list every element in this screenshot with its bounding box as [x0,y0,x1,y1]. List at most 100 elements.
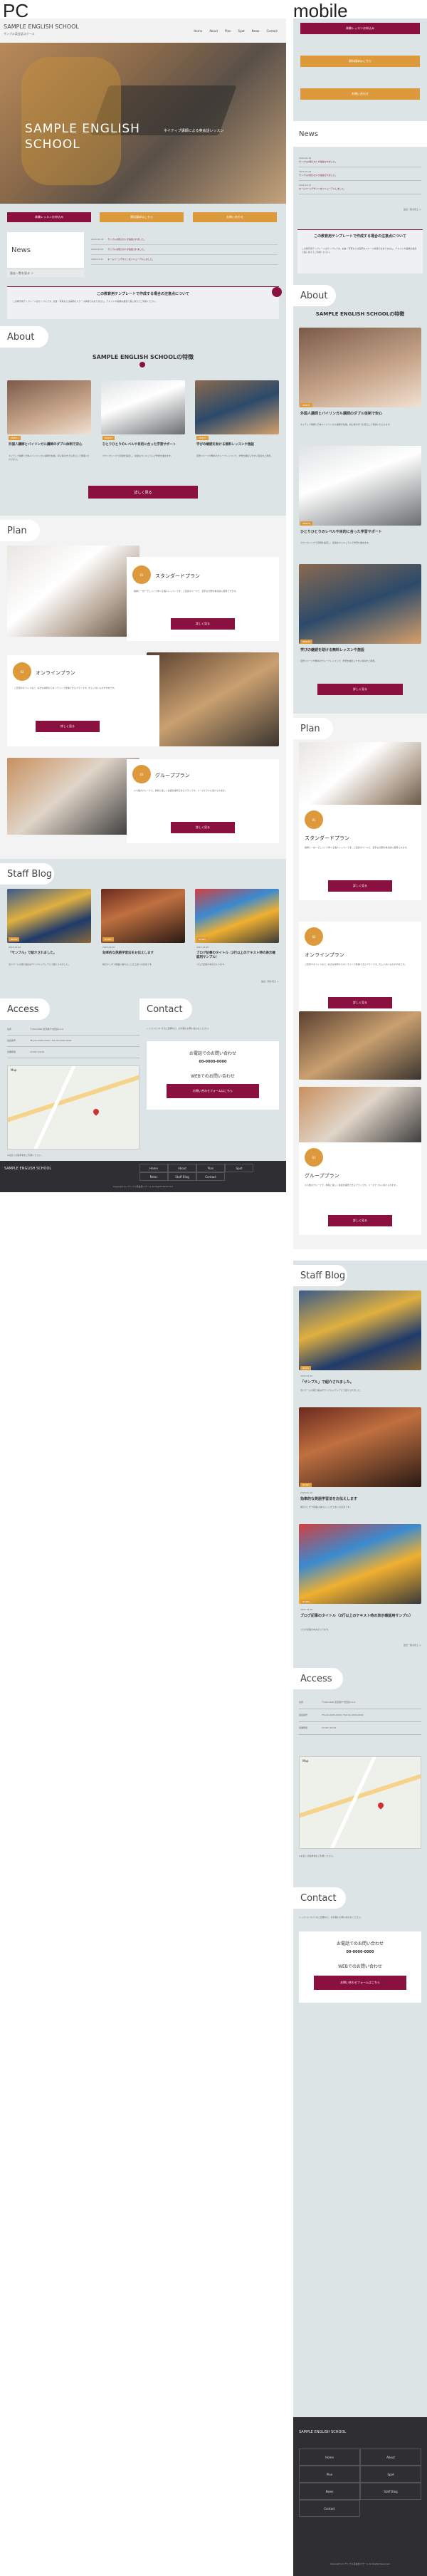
pc-hero-tagline: ネイティブ講師による英会話レッスン [164,129,224,133]
blog-badge: NEWS [9,937,20,942]
blog-item-text: ブログ記事の本文が入ります。 [196,963,226,966]
m-cta-document[interactable]: 資料請求はこちら [300,56,420,67]
about-badge: POINT2 [102,436,115,440]
about-item-title: ひとりひとりのレベルや目的に合った学習サポート [102,443,176,447]
footer-link[interactable]: Spot [225,1164,253,1172]
m-cta-trial[interactable]: 体験レッスンお申込み [300,23,420,34]
map-pin-icon [92,1107,100,1116]
plan-title: グループプラン [155,773,190,778]
contact-form-button[interactable]: お問い合わせフォームはこちら [167,1084,259,1098]
pc-cta-contact[interactable]: お問い合わせ [193,212,277,222]
pc-news-item[interactable]: 2022.12.27 ホームページデザインをリニューアルしました。 [91,255,278,265]
blog-item-title[interactable]: 「サンプル」で紹介されました。 [9,951,90,956]
m-access-map[interactable]: Map [299,1756,421,1849]
blog-item-title[interactable]: ブログ記事のタイトル（2行以上のテキスト時の表示確認用サンプル） [196,951,278,960]
plan-text: 講師と一対一でじっくり学べる個人レッスンです。ご自身のペースで、苦手な分野を重点… [305,846,409,849]
contact-tel[interactable]: 00-0000-0000 [299,1950,421,1954]
about-more-button[interactable]: 詳しく見る [88,486,198,499]
footer-link[interactable]: News [139,1172,168,1181]
pc-nav-spot[interactable]: Spot [238,29,245,33]
footer-link[interactable]: Plan [299,2466,360,2483]
plan-group-button[interactable]: 詳しく見る [171,822,235,833]
blog-photo-3 [195,889,279,943]
pc-nav-contact[interactable]: Contact [266,29,278,33]
footer-logo[interactable]: SAMPLE ENGLISH SCHOOL [4,1167,51,1171]
notice-close-icon[interactable] [272,287,282,297]
m-plan-group-button[interactable]: 詳しく見る [328,1215,392,1226]
pc-about-title: About [0,326,48,348]
pc-blog-title: Staff Blog [0,863,54,885]
pc-news-more[interactable]: 過去一覧を見る ＞ [7,270,84,277]
news-date: 2023.01.03 [91,248,104,251]
footer-link[interactable]: Staff Blog [168,1172,196,1181]
pc-footer: SAMPLE ENGLISH SCHOOL Home About Plan Sp… [0,1161,286,1192]
m-about-more-button[interactable]: 詳しく見る [317,684,403,695]
footer-link[interactable]: About [360,2449,421,2466]
pc-access-map[interactable]: Map [7,1065,139,1149]
about-badge: POINT3 [300,640,313,644]
pc-cta-trial[interactable]: 体験レッスンお申込み [7,212,91,222]
plan-text: 少人数のグループで、仲間と楽しく会話を練習できるプランです。リーズナブルに続けら… [134,789,227,792]
blog-item-title[interactable]: ブログ記事のタイトル（2行以上のテキスト時の表示確認用サンプル） [300,1614,420,1619]
pc-logo[interactable]: SAMPLE ENGLISH SCHOOL [4,24,79,30]
footer-link[interactable]: Contact [196,1172,225,1181]
pc-blog-more[interactable]: 過去一覧を見る ＞ [261,980,279,984]
news-date: 2023.01.16 [91,238,104,241]
pc-news-item[interactable]: 2023.01.03 サンプルお知らせ2 が追加されました。 [91,245,278,255]
access-key: 電話番号 [299,1714,308,1716]
m-contact-form-button[interactable]: お問い合わせフォームはこちら [314,1976,406,1990]
pc-nav-about[interactable]: About [209,29,218,33]
footer-link[interactable]: Staff Blog [360,2483,421,2500]
plan-standard-button[interactable]: 詳しく見る [171,618,235,630]
m-access-title: Access [293,1668,343,1689]
blog-photo-1 [7,889,91,943]
blog-item-title[interactable]: 効率的な英語学習法をお伝えします [102,951,184,956]
m-news-item[interactable]: 2022.12.27 ホームページデザインをリニューアルしました。 [299,181,421,194]
news-text: サンプルお知らせ2 が追加されました。 [107,248,146,251]
blog-date: 2023.01.20 [300,1375,313,1377]
m-news-item[interactable]: 2023.01.03 サンプルお知らせ2 が追加されました。 [299,167,421,181]
access-key: 営業時間 [7,1050,16,1053]
blog-item-title[interactable]: 「サンプル」で紹介されました。 [300,1380,420,1385]
footer-link[interactable]: Contact [299,2500,360,2517]
footer-link[interactable]: About [168,1164,196,1172]
blog-item-text: 当スクールの取り組みがサンプルメディアにて紹介されました。 [9,963,70,966]
blog-item-title[interactable]: 効率的な英語学習法をお伝えします [300,1497,420,1502]
pc-header: SAMPLE ENGLISH SCHOOL サンプル英会話スクール Home A… [0,19,286,43]
plan-online-button[interactable]: 詳しく見る [36,721,100,732]
access-key: 住所 [299,1701,304,1704]
plan-text: 少人数のグループで、仲間と楽しく会話を練習できるプランです。リーズナブルに続けら… [305,1184,398,1187]
pc-nav-home[interactable]: Home [194,29,202,33]
footer-logo[interactable]: SAMPLE ENGLISH SCHOOL [299,2430,346,2434]
pc-news-list: 2023.01.16 サンプルお知らせ1 が追加されました。 2023.01.03… [91,235,278,265]
footer-link[interactable]: Home [299,2449,360,2466]
pc-news-item[interactable]: 2023.01.16 サンプルお知らせ1 が追加されました。 [91,235,278,245]
m-plan-photo-3 [299,1087,421,1151]
access-row: 営業時間 10:00〜19:00 [7,1047,139,1058]
footer-link[interactable]: Spot [360,2466,421,2483]
m-plan-standard-button[interactable]: 詳しく見る [328,880,392,892]
m-cta-contact[interactable]: お問い合わせ [300,88,420,100]
m-news-list: 2023.01.16 サンプルお知らせ1 が追加されました。 2023.01.03… [299,154,421,194]
pc-cta-document[interactable]: 資料請求はこちら [100,212,184,222]
pc-nav-plan[interactable]: Plan [225,29,231,33]
m-news-more[interactable]: 過去一覧を見る ＞ [404,208,421,212]
about-item-text: 自習スペースや無料のグループレッスンで、学習を継続しやすい環境をご用意。 [196,454,273,457]
pc-nav-news[interactable]: News [252,29,260,33]
blog-item-text: 毎日少しずつ英語に触れることが上達への近道です。 [102,963,154,966]
m-access-notes: ※お近くの駐車場をご利用ください。 [299,1855,335,1857]
plan-number: 01 [305,810,323,829]
pc-notice: この教育用テンプレートで作成する場合の注意点について この教育用テンプレートはサ… [7,286,282,319]
contact-tel[interactable]: 00-0000-0000 [147,1060,279,1064]
footer-link[interactable]: Home [139,1164,168,1172]
m-plan-online-button[interactable]: 詳しく見る [328,997,392,1008]
footer-link[interactable]: Plan [196,1164,225,1172]
m-blog-more[interactable]: 過去一覧を見る ＞ [404,1644,421,1647]
map-label: Map [11,1068,17,1072]
m-news-item[interactable]: 2023.01.16 サンプルお知らせ1 が追加されました。 [299,154,421,167]
contact-tel-label: お電話でのお問い合わせ [336,1941,384,1946]
pc-nav: Home About Plan Spot News Contact [194,29,278,33]
footer-link[interactable]: News [299,2483,360,2500]
pc-notice-title: この教育用テンプレートで作成する場合の注意点について [97,292,189,296]
m-about-title: About [293,285,336,306]
